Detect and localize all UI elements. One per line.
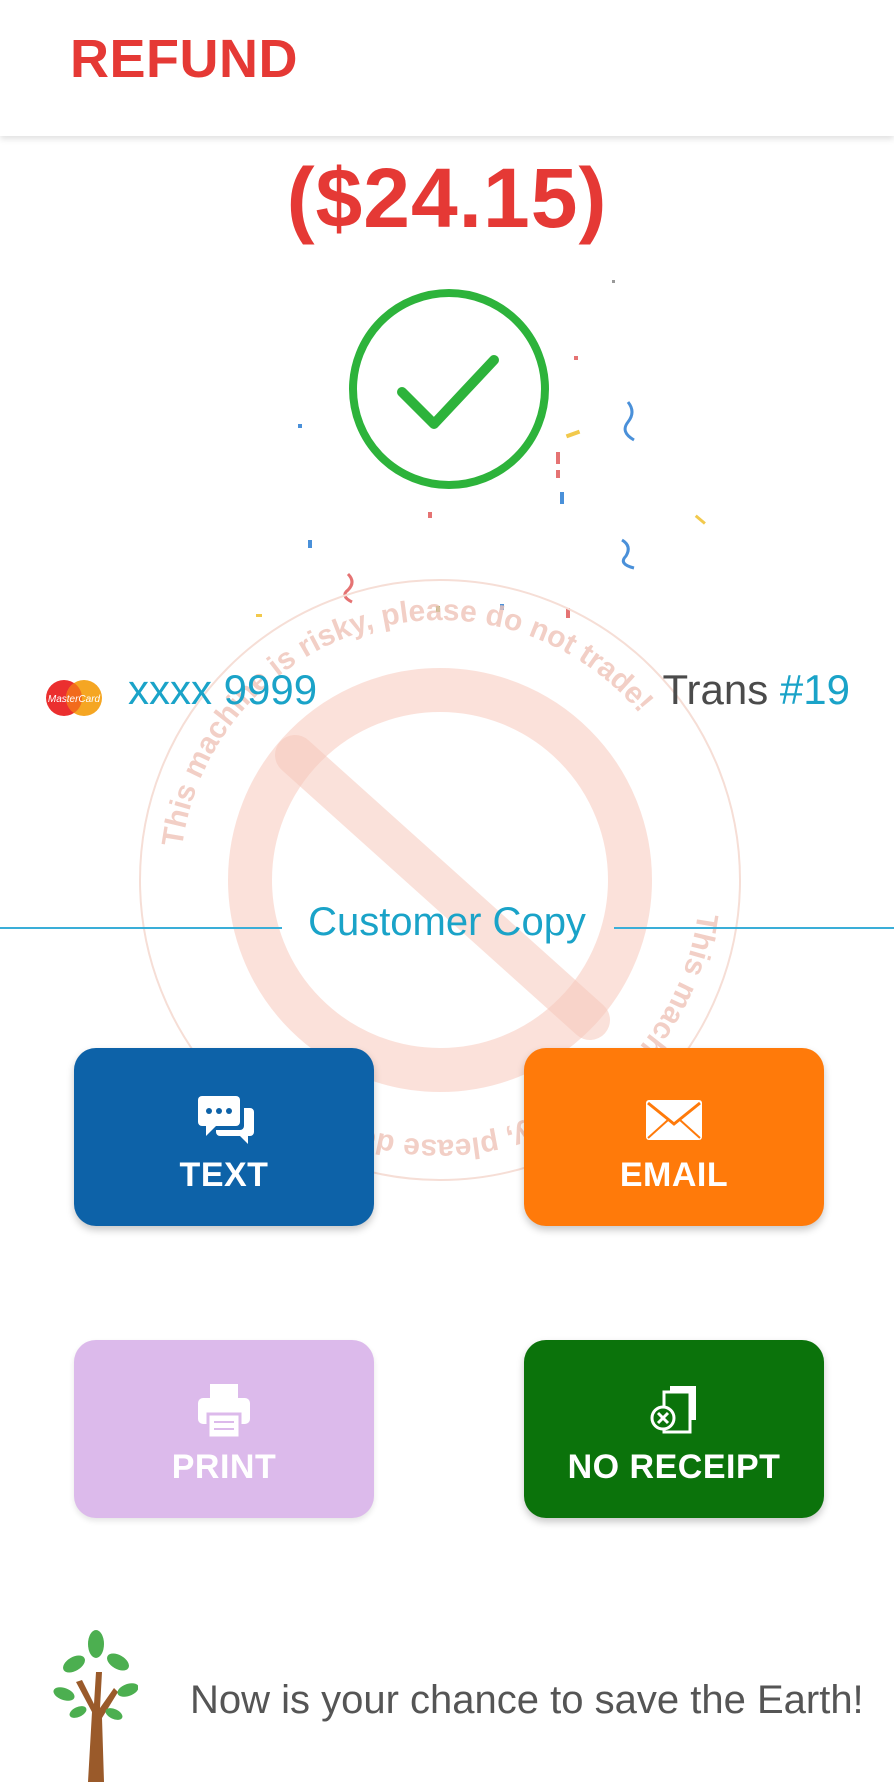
mastercard-brand-text: MasterCard bbox=[48, 694, 101, 705]
page-title: REFUND bbox=[70, 29, 298, 89]
no-receipt-button[interactable]: NO RECEIPT bbox=[524, 1340, 824, 1518]
customer-copy-label: Customer Copy bbox=[308, 900, 586, 944]
text-button-label: TEXT bbox=[179, 1156, 269, 1194]
tree-icon bbox=[53, 1630, 138, 1782]
app-header: REFUND bbox=[0, 0, 894, 136]
printer-icon bbox=[198, 1384, 250, 1440]
eco-message-footer: Now is your chance to save the Earth! bbox=[0, 1612, 894, 1786]
text-receipt-button[interactable]: TEXT bbox=[74, 1048, 374, 1226]
print-receipt-button[interactable]: PRINT bbox=[74, 1340, 374, 1518]
envelope-icon bbox=[646, 1100, 702, 1140]
masked-card-number: xxxx 9999 bbox=[128, 666, 318, 713]
no-receipt-icon bbox=[650, 1386, 696, 1434]
email-button-label: EMAIL bbox=[619, 1156, 729, 1194]
transaction-info: Trans #19 bbox=[662, 666, 850, 714]
print-button-label: PRINT bbox=[171, 1448, 277, 1486]
checkmark-circle-icon bbox=[349, 289, 549, 489]
chat-bubbles-icon bbox=[198, 1096, 254, 1144]
email-receipt-button[interactable]: EMAIL bbox=[524, 1048, 824, 1226]
save-earth-message: Now is your chance to save the Earth! bbox=[190, 1678, 864, 1722]
refund-amount: ($24.15) bbox=[286, 151, 608, 245]
mastercard-logo-icon: MasterCard bbox=[46, 680, 102, 716]
transaction-number: #19 bbox=[779, 666, 850, 713]
no-receipt-button-label: NO RECEIPT bbox=[567, 1448, 781, 1486]
card-info-row: MasterCard xxxx 9999 Trans #19 bbox=[0, 660, 894, 730]
transaction-label: Trans bbox=[662, 666, 769, 713]
